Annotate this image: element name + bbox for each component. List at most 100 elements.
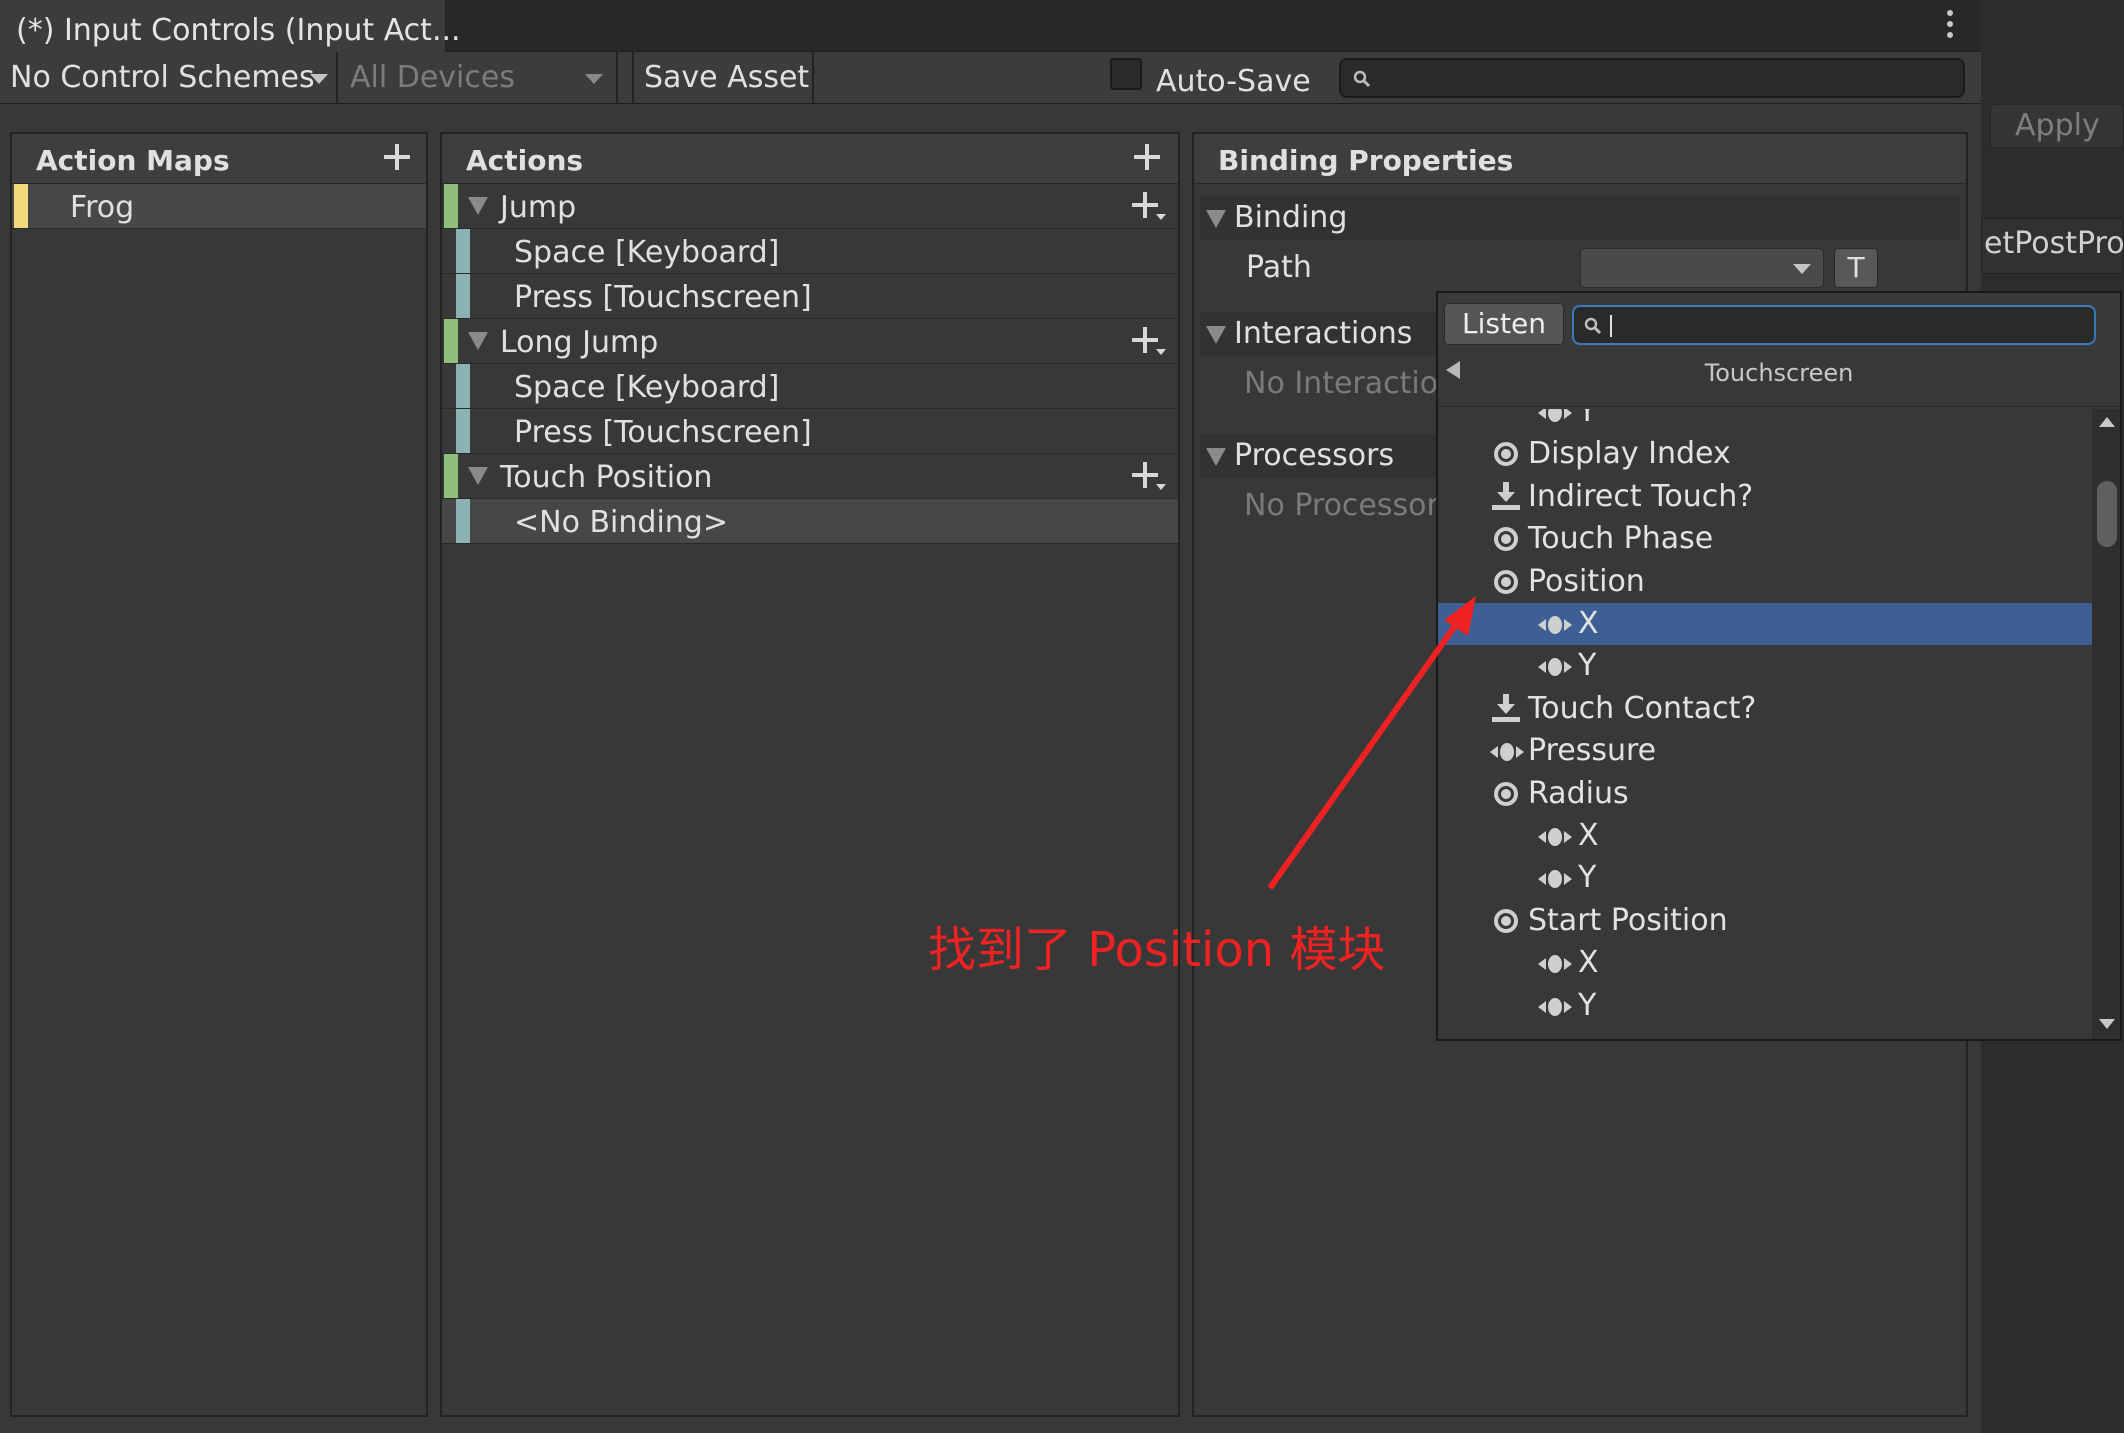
action-map-label: Frog (70, 190, 135, 225)
expand-triangle-icon[interactable] (468, 332, 488, 350)
devices-caret-icon (585, 74, 603, 84)
add-action-icon[interactable] (1134, 144, 1160, 170)
auto-save-label: Auto-Save (1156, 64, 1311, 99)
binding-label: <No Binding> (514, 505, 728, 540)
auto-save-checkbox[interactable] (1110, 58, 1142, 90)
scroll-up-icon[interactable] (2099, 417, 2115, 427)
text-cursor (1610, 315, 1612, 337)
window-tab-title: (*) Input Controls (Input Act... (16, 13, 461, 48)
control-item[interactable]: X (1438, 815, 2092, 857)
save-asset-button[interactable]: Save Asset (644, 52, 809, 104)
binding-section-header[interactable]: Binding (1200, 196, 1960, 240)
control-item[interactable]: Start Position (1438, 900, 2092, 942)
action-row[interactable]: Long Jump (442, 319, 1178, 364)
control-item[interactable]: Position (1438, 561, 2092, 603)
action-color-bar (444, 184, 458, 228)
control-item-label: Y (1578, 409, 1597, 429)
action-map-color-bar (14, 184, 28, 228)
axis-icon (1490, 742, 1524, 762)
processors-section-label: Processors (1234, 438, 1395, 473)
add-binding-dropdown-icon (1156, 349, 1166, 355)
control-item-label: X (1578, 818, 1599, 853)
popup-breadcrumb-row: Touchscreen (1438, 351, 2120, 407)
control-item[interactable]: X (1438, 942, 2092, 984)
no-interactions-text: No Interaction (1244, 366, 1458, 401)
axis-icon (1538, 869, 1572, 889)
text-mode-button[interactable]: T (1834, 248, 1878, 288)
control-item[interactable]: Radius (1438, 773, 2092, 815)
window-tab[interactable]: (*) Input Controls (Input Act... (0, 0, 461, 53)
control-item[interactable]: Touch Contact? (1438, 688, 2092, 730)
more-options-icon[interactable] (1943, 10, 1957, 40)
toolbar: No Control Schemes All Devices Save Asse… (0, 52, 1981, 104)
stick-icon (1494, 527, 1518, 552)
control-picker-popup: Listen Touchscreen Y Display Index Indirec… (1436, 291, 2122, 1041)
popup-search-input[interactable] (1572, 305, 2096, 345)
control-item[interactable]: X (1438, 603, 2092, 645)
binding-row[interactable]: Space [Keyboard] (442, 229, 1178, 274)
axis-icon (1538, 657, 1572, 677)
search-input[interactable] (1339, 58, 1965, 98)
toolbar-divider (632, 52, 634, 104)
binding-color-bar (456, 409, 470, 453)
save-asset-label: Save Asset (644, 60, 810, 95)
expand-triangle-icon[interactable] (468, 467, 488, 485)
control-item[interactable]: Display Index (1438, 433, 2092, 475)
action-map-item[interactable]: Frog (12, 184, 426, 229)
listen-button[interactable]: Listen (1444, 303, 1564, 345)
binding-properties-title: Binding Properties (1218, 144, 1514, 177)
annotation-text: 找到了 Position 模块 (928, 922, 1386, 978)
binding-properties-header: Binding Properties (1194, 134, 1966, 184)
binding-label: Press [Touchscreen] (514, 415, 812, 450)
control-item-label: Y (1578, 860, 1597, 896)
control-schemes-dropdown[interactable]: No Control Schemes (10, 52, 315, 104)
vertical-scrollbar[interactable] (2092, 409, 2120, 1039)
devices-dropdown[interactable]: All Devices (350, 52, 515, 104)
path-dropdown[interactable] (1580, 248, 1824, 288)
stick-icon (1494, 781, 1518, 806)
control-list: Y Display Index Indirect Touch? Touch Phase… (1438, 409, 2092, 1039)
path-label: Path (1246, 250, 1312, 285)
toolbar-divider (336, 52, 338, 104)
binding-row[interactable]: Press [Touchscreen] (442, 409, 1178, 454)
action-row[interactable]: Touch Position (442, 454, 1178, 499)
binding-row[interactable]: Space [Keyboard] (442, 364, 1178, 409)
add-binding-dropdown-icon (1156, 214, 1166, 220)
collapse-triangle-icon (1206, 448, 1226, 466)
scroll-thumb[interactable] (2097, 481, 2117, 547)
interactions-section-label: Interactions (1234, 316, 1413, 351)
binding-row[interactable]: <No Binding> (442, 499, 1178, 544)
breadcrumb-title: Touchscreen (1704, 359, 1854, 387)
binding-row[interactable]: Press [Touchscreen] (442, 274, 1178, 319)
add-binding-icon[interactable] (1132, 192, 1158, 218)
control-item[interactable]: Y (1438, 857, 2092, 899)
control-item[interactable]: Indirect Touch? (1438, 476, 2092, 518)
add-action-map-icon[interactable] (384, 144, 410, 170)
axis-icon (1538, 954, 1572, 974)
expand-triangle-icon[interactable] (468, 197, 488, 215)
control-item[interactable]: Y (1438, 985, 2092, 1027)
control-item[interactable]: Y (1438, 645, 2092, 687)
control-item[interactable]: Pressure (1438, 730, 2092, 772)
action-label: Long Jump (500, 325, 659, 360)
collapse-triangle-icon (1206, 326, 1226, 344)
stick-icon (1494, 908, 1518, 933)
control-item[interactable]: Y (1438, 409, 2092, 433)
control-item-label: Pressure (1528, 733, 1657, 769)
add-binding-icon[interactable] (1132, 327, 1158, 353)
action-maps-header: Action Maps (12, 134, 426, 184)
binding-color-bar (456, 499, 470, 543)
control-item[interactable]: Touch Phase (1438, 518, 2092, 560)
add-binding-icon[interactable] (1132, 462, 1158, 488)
collapse-triangle-icon (1206, 210, 1226, 228)
search-icon (1584, 317, 1602, 335)
scroll-down-icon[interactable] (2099, 1019, 2115, 1029)
control-item-label: Display Index (1528, 436, 1731, 472)
action-label: Touch Position (500, 460, 713, 495)
action-row[interactable]: Jump (442, 184, 1178, 229)
button-icon (1492, 481, 1520, 510)
apply-button[interactable]: Apply (1990, 104, 2124, 148)
control-item-label: Indirect Touch? (1528, 478, 1754, 514)
button-icon (1492, 693, 1520, 722)
stick-icon (1494, 442, 1518, 467)
